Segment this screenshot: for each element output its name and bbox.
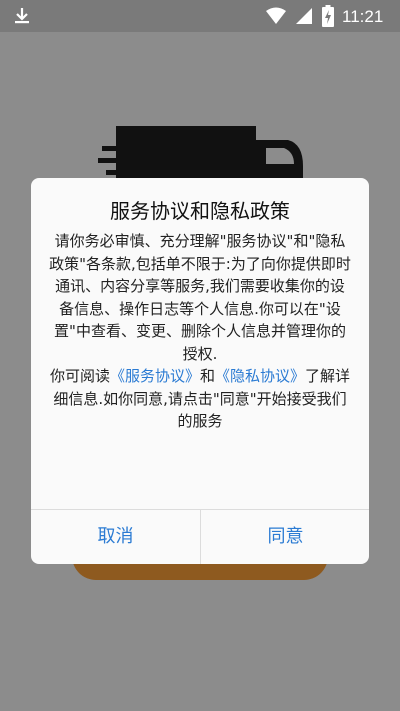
privacy-dialog: 服务协议和隐私政策 请你务必审慎、充分理解"服务协议"和"隐私政策"各条款,包括… bbox=[31, 178, 369, 564]
status-bar: 11:21 bbox=[0, 0, 400, 32]
links-and: 和 bbox=[199, 367, 215, 385]
dialog-paragraph-links: 你可阅读《服务协议》和《隐私协议》了解详细信息.如你同意,请点击"同意"开始接受… bbox=[49, 365, 351, 433]
privacy-agreement-link[interactable]: 《隐私协议》 bbox=[215, 367, 305, 385]
dialog-body: 请你务必审慎、充分理解"服务协议"和"隐私政策"各条款,包括单不限于:为了向你提… bbox=[49, 230, 351, 433]
signal-icon bbox=[296, 8, 312, 24]
cancel-button[interactable]: 取消 bbox=[31, 510, 200, 564]
battery-charging-icon bbox=[322, 5, 334, 27]
service-agreement-link[interactable]: 《服务协议》 bbox=[110, 367, 200, 385]
dialog-title: 服务协议和隐私政策 bbox=[110, 199, 290, 223]
download-icon bbox=[15, 8, 29, 24]
links-prefix: 你可阅读 bbox=[49, 367, 110, 385]
agree-button[interactable]: 同意 bbox=[201, 510, 369, 564]
dialog-paragraph-terms: 请你务必审慎、充分理解"服务协议"和"隐私政策"各条款,包括单不限于:为了向你提… bbox=[49, 232, 351, 363]
clock: 11:21 bbox=[342, 7, 384, 26]
truck-illustration bbox=[98, 126, 303, 186]
wifi-icon bbox=[266, 7, 286, 24]
